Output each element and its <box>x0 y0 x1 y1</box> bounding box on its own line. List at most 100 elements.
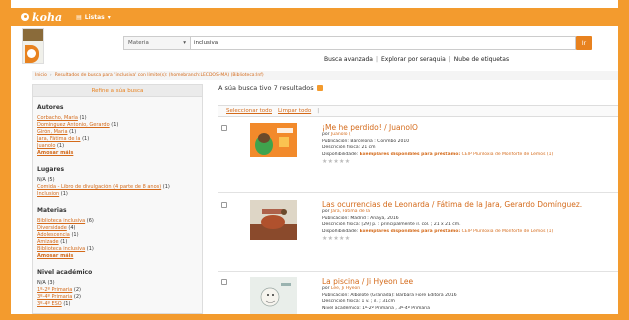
koha-logo-icon <box>21 13 29 21</box>
facet-item: Corbacho, María (1) <box>37 115 198 122</box>
facet-count: (1) <box>162 184 170 190</box>
results-summary: A súa busca tivo 7 resultados <box>218 84 323 92</box>
facet-group: Materias Biblioteca inclusiva (6) Diversid… <box>33 200 202 262</box>
koha-logo[interactable]: koha <box>21 11 62 24</box>
facet-link[interactable]: 3º-4º Primaria <box>37 294 72 300</box>
rating-stars[interactable]: ★★★★★ <box>322 158 618 165</box>
facet-count: (2) <box>73 294 81 300</box>
toolbar-separator: | <box>317 108 320 114</box>
header: Materia ▾ inclusiva Ir Busca avanzada | Ex… <box>11 26 618 66</box>
facet-item: Comida - Libro de divulgación (4 parte d… <box>37 184 198 191</box>
facet-link[interactable]: Biblioteca inclusiva <box>37 218 85 224</box>
facet-list: N/A (3) 1º-2º Primaria (2) 3º-4º Primaria … <box>37 280 198 308</box>
facet-item: Biblioteca inclusiva (6) <box>37 218 198 225</box>
browse-link[interactable]: Explorar por seraquia <box>381 56 446 63</box>
result-title[interactable]: Las ocurrencias de Leonarda / Fátima de … <box>322 200 618 209</box>
result-level: 1º-2º Primaria , 3º-4º Primaria <box>362 305 430 311</box>
facet-item: Diversidade (4) <box>37 225 198 232</box>
library-logo[interactable] <box>22 28 44 64</box>
result-author[interactable]: Juanolo ( <box>331 132 351 137</box>
result-checkbox[interactable] <box>221 202 227 208</box>
facet-item: Juanolo (1) <box>37 143 198 150</box>
result-checkbox[interactable] <box>221 125 227 131</box>
facet-link[interactable]: Domínguez Antonio, Gerardo <box>37 122 110 128</box>
facet-count: (1) <box>69 129 77 135</box>
facet-link[interactable]: Adolescencia <box>37 232 70 238</box>
book-cover[interactable] <box>250 200 297 240</box>
facet-link[interactable]: Girón, Maria <box>37 129 68 135</box>
facet-count: (6) <box>86 218 94 224</box>
facet-count: (3) <box>47 280 55 286</box>
show-more-link[interactable]: Amosar máis <box>37 150 73 156</box>
search-input[interactable]: inclusiva <box>191 36 576 50</box>
facet-link: N/A <box>37 280 46 286</box>
result-divider <box>218 271 618 272</box>
selection-toolbar: Seleccionar todo Limpar todo | <box>218 105 618 117</box>
facet-link[interactable]: Amizade <box>37 239 59 245</box>
result-location[interactable]: CEIP Pluriloxia de Monforte de Lemos (1) <box>462 229 554 234</box>
facet-link[interactable]: Comida - Libro de divulgación (4 parte d… <box>37 184 161 190</box>
refine-heading: Refine a súa busca <box>33 85 202 97</box>
book-cover[interactable] <box>250 123 297 157</box>
top-navbar: koha ▤ Listas ▾ <box>11 8 618 26</box>
show-more-link[interactable]: Amosar máis <box>37 253 73 259</box>
search-button[interactable]: Ir <box>576 36 592 50</box>
facet-item: Inclusion (1) <box>37 191 198 198</box>
breadcrumb-current[interactable]: Resultados de busca para 'inclusiva' con… <box>55 73 264 78</box>
facet-link[interactable]: Jara, Fátima de la <box>37 136 80 142</box>
facet-link[interactable]: Juanolo <box>37 143 55 149</box>
facet-link[interactable]: Inclusion <box>37 191 59 197</box>
facet-item: N/A (5) <box>37 177 198 184</box>
chevron-down-icon: ▾ <box>107 13 111 21</box>
result-author[interactable]: Lee, Ji Hyeon <box>331 286 360 291</box>
result-author[interactable]: Jara, Fátima de la <box>331 209 370 214</box>
book-cover[interactable] <box>250 277 297 314</box>
facet-list: N/A (5) Comida - Libro de divulgación (4 … <box>37 177 198 198</box>
result-item: La piscina / Ji Hyeon Lee por Lee, Ji Hy… <box>218 277 618 314</box>
search-type-select[interactable]: Materia ▾ <box>123 36 191 50</box>
facet-count: (1) <box>60 191 68 197</box>
lists-menu[interactable]: ▤ Listas ▾ <box>76 14 111 21</box>
facet-title: Autores <box>37 104 64 111</box>
rss-icon[interactable] <box>316 85 323 91</box>
advanced-search-link[interactable]: Busca avanzada <box>324 56 373 63</box>
result-title[interactable]: La piscina / Ji Hyeon Lee <box>322 277 618 286</box>
breadcrumb-home[interactable]: Inicio <box>35 73 47 78</box>
result-body: La piscina / Ji Hyeon Lee por Lee, Ji Hy… <box>322 277 618 312</box>
facet-item: Domínguez Antonio, Gerardo (1) <box>37 122 198 129</box>
facet-item: Girón, Maria (1) <box>37 129 198 136</box>
result-checkbox[interactable] <box>221 279 227 285</box>
facet-title: Lugares <box>37 166 65 173</box>
result-item: ¡Me he perdido! / JuanolO por Juanolo ( … <box>218 123 618 183</box>
facet-count: (1) <box>79 115 87 121</box>
facet-item: Biblioteca inclusiva (1) <box>37 246 198 253</box>
lists-label: Listas <box>84 13 105 21</box>
facet-count: (1) <box>86 246 94 252</box>
header-links: Busca avanzada | Explorar por seraquia | Nub… <box>324 56 510 63</box>
rating-stars[interactable]: ★★★★★ <box>322 235 618 242</box>
select-all-link[interactable]: Seleccionar todo <box>226 108 272 114</box>
search-bar: Materia ▾ inclusiva <box>123 36 576 50</box>
facet-link[interactable]: 3º-4º ESO <box>37 301 62 307</box>
facet-link[interactable]: Diversidade <box>37 225 67 231</box>
result-title[interactable]: ¡Me he perdido! / JuanolO <box>322 123 618 132</box>
tag-cloud-link[interactable]: Nube de etiquetas <box>454 56 509 63</box>
facet-link[interactable]: 1º-2º Primaria <box>37 287 72 293</box>
facet-title: Materias <box>37 207 67 214</box>
facet-link[interactable]: Corbacho, María <box>37 115 78 121</box>
facet-group: Autores Corbacho, María (1) Domínguez Anto… <box>33 97 202 159</box>
facet-count: (2) <box>73 287 81 293</box>
facet-link[interactable]: Biblioteca inclusiva <box>37 246 85 252</box>
clear-all-link[interactable]: Limpar todo <box>278 108 311 114</box>
facet-group: Series <box>33 310 202 313</box>
facet-group: Nivel académico N/A (3) 1º-2º Primaria (2)… <box>33 262 202 310</box>
facet-count: (1) <box>63 301 71 307</box>
facet-link: N/A <box>37 177 46 183</box>
koha-logo-text: koha <box>32 10 63 24</box>
facet-item: Adolescencia (1) <box>37 232 198 239</box>
top-strip <box>11 0 618 8</box>
facet-count: (1) <box>111 122 119 128</box>
facets: Autores Corbacho, María (1) Domínguez Anto… <box>33 97 202 313</box>
facet-item: 3º-4º ESO (1) <box>37 301 198 308</box>
result-location[interactable]: CEIP Pluriloxia de Monforte de Lemos (1) <box>462 152 554 157</box>
